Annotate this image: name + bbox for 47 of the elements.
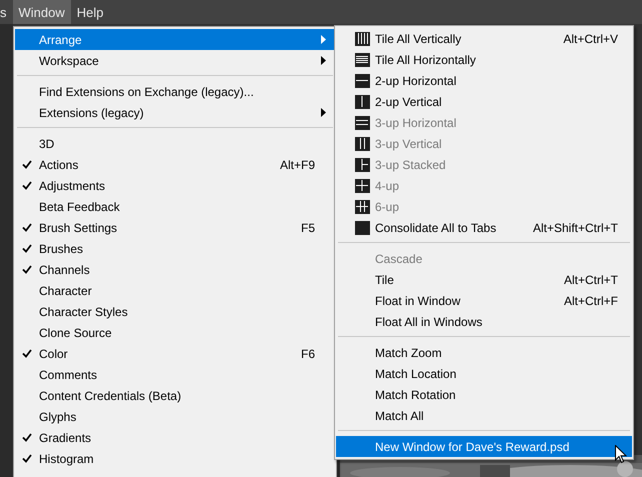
layout-icon — [355, 158, 370, 172]
menu-item[interactable]: Match All — [336, 405, 632, 426]
menu-item[interactable]: Comments — [15, 364, 335, 385]
menu-bar-item[interactable]: Help — [70, 0, 110, 24]
menu-item[interactable]: Channels — [15, 259, 335, 280]
menu-item[interactable]: Clone Source — [15, 322, 335, 343]
menu-item[interactable]: Character — [15, 280, 335, 301]
menu-item[interactable]: Brushes — [15, 238, 335, 259]
menu-item[interactable]: Arrange — [15, 29, 335, 50]
menu-item[interactable]: Float in Window Alt+Ctrl+F — [336, 290, 632, 311]
layout-icon — [355, 220, 370, 234]
menu-item[interactable]: Consolidate All to Tabs Alt+Shift+Ctrl+T — [336, 217, 632, 238]
menu-item[interactable]: 2-up Vertical — [336, 91, 632, 112]
menu-item[interactable]: Content Credentials (Beta) — [15, 385, 335, 406]
layout-icon — [355, 136, 370, 150]
layout-icon — [355, 52, 370, 66]
menu-item[interactable]: 3D — [15, 133, 335, 154]
menu-item[interactable]: Tile Alt+Ctrl+T — [336, 269, 632, 290]
menu-item[interactable]: Character Styles — [15, 301, 335, 322]
menu-item[interactable]: Match Rotation — [336, 384, 632, 405]
menu-item[interactable]: Brush Settings F5 — [15, 217, 335, 238]
menu-item[interactable]: Adjustments — [15, 175, 335, 196]
menu-item[interactable]: Extensions (legacy) — [15, 102, 335, 123]
menu-item[interactable]: Beta Feedback — [15, 196, 335, 217]
layout-icon — [355, 116, 370, 130]
menu-item[interactable]: Color F6 — [15, 343, 335, 364]
menu-item[interactable]: Find Extensions on Exchange (legacy)... — [15, 81, 335, 102]
layout-icon — [355, 74, 370, 88]
layout-icon — [355, 200, 370, 214]
layout-icon — [355, 32, 370, 46]
pointer-icon — [615, 445, 627, 464]
menu-item[interactable]: Histogram — [15, 448, 335, 469]
menu-item[interactable]: Workspace — [15, 50, 335, 71]
menu-item[interactable]: Gradients — [15, 427, 335, 448]
menu-bar-item[interactable]: Window — [12, 0, 71, 24]
menu-item[interactable]: Glyphs — [15, 406, 335, 427]
menu-bar-item[interactable]: s — [0, 0, 12, 24]
layout-icon — [355, 94, 370, 108]
layout-icon — [355, 178, 370, 192]
menu-item[interactable]: Match Zoom — [336, 342, 632, 363]
menu-item[interactable]: 2-up Horizontal — [336, 70, 632, 91]
menu-item[interactable]: Actions Alt+F9 — [15, 154, 335, 175]
menu-item[interactable]: Tile All Horizontally — [336, 49, 632, 70]
menu-item[interactable]: New Window for Dave's Reward.psd — [336, 436, 632, 457]
menu-item[interactable]: Tile All Vertically Alt+Ctrl+V — [336, 28, 632, 49]
menu-item[interactable]: Float All in Windows — [336, 311, 632, 332]
menu-item[interactable]: Match Location — [336, 363, 632, 384]
